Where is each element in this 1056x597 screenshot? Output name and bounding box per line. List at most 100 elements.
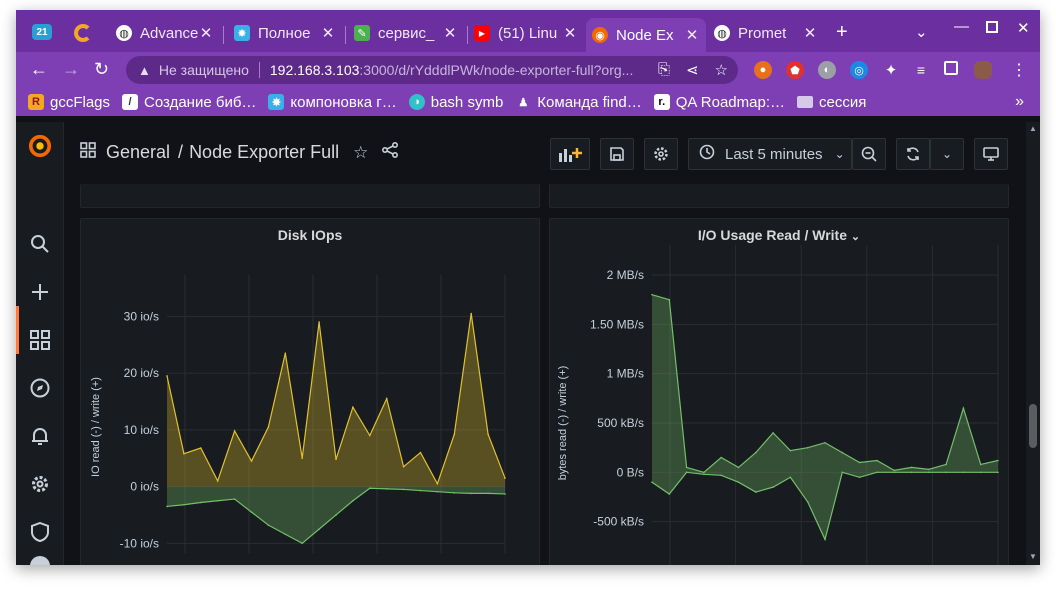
data-point-write — [806, 446, 809, 449]
adblock-icon[interactable]: ⬟ — [786, 61, 804, 79]
close-tab-icon[interactable]: ✕ — [684, 26, 700, 44]
bookmark-item[interactable]: r. QA Roadmap:… — [653, 94, 785, 111]
browser-menu-icon[interactable]: 21 — [32, 24, 52, 40]
data-point-write — [369, 434, 371, 437]
bookmark-star-icon[interactable]: ☆ — [715, 61, 728, 79]
forward-icon[interactable]: → — [62, 59, 80, 80]
tab-advanced[interactable]: ◍ Advanced ✕ — [110, 20, 220, 46]
disk-iops-panel[interactable]: Disk IOps 30 io/s 20 io/s 10 io/s 0 io/s -10… — [80, 218, 540, 565]
pinned-tab[interactable] — [74, 24, 92, 42]
data-point-read — [166, 505, 168, 508]
data-point-read — [858, 476, 861, 479]
y-tick-label: 1 MB/s — [607, 367, 644, 381]
tab-node-exporter[interactable]: ◉ Node Ex ✕ — [586, 18, 706, 52]
compass-icon[interactable] — [28, 376, 52, 400]
close-window-icon[interactable]: ✕ — [1017, 19, 1030, 37]
io-usage-panel[interactable]: I/O Usage Read / Write ⌄ 2 MB/s 1.50 MB/s… — [549, 218, 1009, 565]
save-dashboard-button[interactable] — [600, 138, 634, 170]
data-point-read — [685, 471, 688, 474]
close-tab-icon[interactable]: ✕ — [562, 24, 578, 42]
puzzle-icon[interactable]: ✦ — [882, 61, 900, 79]
data-point-write — [301, 457, 303, 460]
share-icon[interactable] — [382, 141, 399, 163]
bell-icon[interactable] — [28, 424, 52, 448]
dashboard-settings-button[interactable] — [644, 138, 678, 170]
extension-icon[interactable]: ◎ — [850, 61, 868, 79]
data-point-read — [318, 528, 320, 530]
data-point-write — [504, 477, 506, 479]
close-tab-icon[interactable]: ✕ — [802, 24, 818, 42]
reading-list-icon[interactable]: ≡ — [912, 61, 930, 79]
breadcrumb-folder[interactable]: General — [106, 142, 170, 163]
bookmark-item[interactable]: / Создание биб… — [122, 94, 256, 111]
tab-prometheus[interactable]: ◍ Promet ✕ — [708, 20, 824, 46]
refresh-button[interactable] — [896, 138, 930, 170]
data-point-write — [436, 482, 439, 485]
data-point-write — [402, 465, 405, 468]
data-point-write — [267, 426, 270, 428]
extension-icon[interactable]: ◐ — [818, 61, 836, 79]
bookmark-item[interactable]: RgccFlags — [28, 94, 110, 111]
data-point-read — [945, 471, 947, 474]
data-point-write — [352, 406, 354, 408]
scrollbar-thumb[interactable] — [1029, 404, 1037, 448]
page-scrollbar[interactable]: ▲ ▼ — [1026, 122, 1040, 565]
menu-kebab-icon[interactable]: ⋮ — [1010, 61, 1028, 79]
close-tab-icon[interactable]: ✕ — [198, 24, 214, 42]
plus-icon[interactable] — [28, 280, 52, 304]
side-panel-icon[interactable] — [944, 61, 958, 75]
data-point-read — [453, 492, 456, 494]
y-tick-label: -1 MB/s — [603, 564, 644, 565]
add-panel-button[interactable] — [550, 138, 590, 170]
address-bar[interactable]: ▲ Не защищено 192.168.3.103:3000/d/rYddd… — [126, 56, 738, 84]
close-tab-icon[interactable]: ✕ — [442, 24, 458, 42]
data-point-write — [685, 466, 688, 469]
gear-icon[interactable] — [28, 472, 52, 496]
grafana-logo-icon[interactable] — [28, 134, 52, 158]
data-point-write — [470, 312, 473, 315]
bookmark-item[interactable]: ✸ компоновка г… — [268, 94, 397, 111]
data-point-read — [402, 488, 405, 491]
data-point-write — [893, 469, 895, 472]
tab-divider — [345, 26, 346, 44]
data-point-read — [893, 471, 895, 474]
back-icon[interactable]: ← — [30, 59, 48, 80]
bookmark-folder[interactable]: сессия — [796, 94, 866, 111]
data-point-read — [755, 491, 757, 493]
search-icon[interactable] — [28, 232, 52, 256]
avatar[interactable] — [30, 556, 50, 565]
translate-icon[interactable]: ⎘ — [658, 61, 670, 79]
bookmark-item[interactable]: ◑ bash symb — [408, 94, 503, 111]
y-tick-label: 0 B/s — [617, 465, 644, 479]
star-icon[interactable]: ☆ — [353, 143, 368, 163]
bookmark-item[interactable]: ♟ Команда find… — [515, 94, 641, 111]
scroll-down-icon[interactable]: ▼ — [1029, 552, 1037, 561]
refresh-interval-button[interactable]: ⌄ — [930, 138, 964, 170]
minimize-icon[interactable]: — — [954, 18, 969, 35]
more-bookmarks-icon[interactable]: » — [1015, 93, 1024, 111]
share-icon[interactable]: ⋖ — [686, 61, 699, 79]
maximize-icon[interactable] — [986, 21, 998, 33]
tab-polnoe[interactable]: ✸ Полное ✕ — [228, 20, 342, 46]
avatar[interactable] — [974, 61, 992, 79]
tab-search-icon[interactable]: ⌄ — [915, 23, 928, 41]
shield-icon[interactable] — [28, 520, 52, 544]
extension-icon[interactable]: ● — [754, 61, 772, 79]
youtube-icon: ▶ — [474, 25, 490, 41]
dashboards-icon[interactable] — [28, 328, 52, 352]
zoom-out-button[interactable] — [852, 138, 886, 170]
page-title[interactable]: Node Exporter Full — [189, 142, 339, 163]
tv-mode-button[interactable] — [974, 138, 1008, 170]
scroll-up-icon[interactable]: ▲ — [1029, 124, 1037, 133]
data-point-write — [318, 321, 320, 323]
tab-youtube[interactable]: ▶ (51) Linu ✕ — [468, 20, 584, 46]
time-picker-button[interactable]: Last 5 minutes ⌄ — [688, 138, 852, 170]
series-area-write — [167, 313, 505, 487]
close-tab-icon[interactable]: ✕ — [320, 24, 336, 42]
data-point-read — [470, 492, 473, 495]
y-axis-label: bytes read (-) / write (+) — [557, 366, 569, 481]
new-tab-button[interactable]: + — [836, 21, 848, 44]
data-point-write — [755, 451, 757, 454]
reload-icon[interactable]: ↻ — [94, 59, 109, 80]
tab-servis[interactable]: ✎ сервис_ ✕ — [348, 20, 464, 46]
